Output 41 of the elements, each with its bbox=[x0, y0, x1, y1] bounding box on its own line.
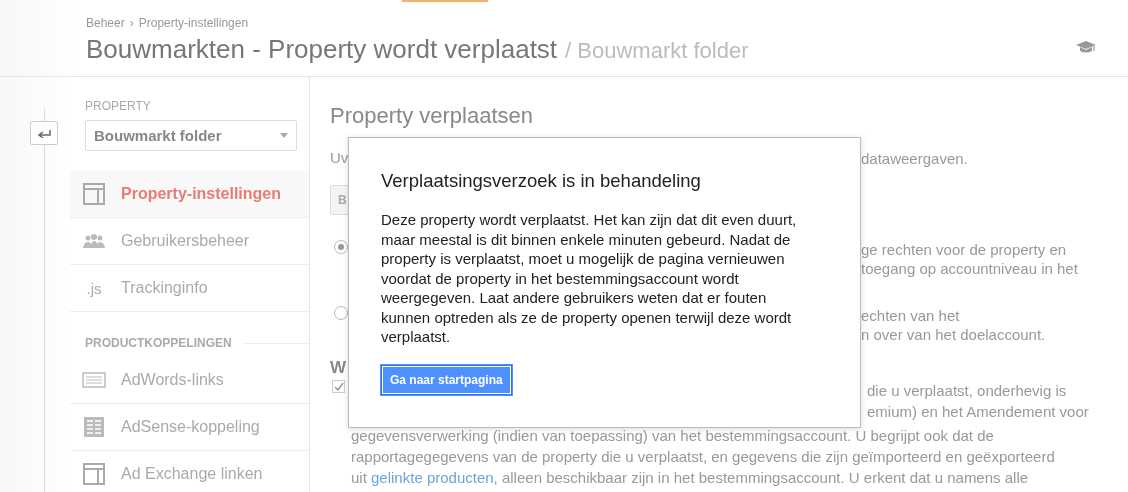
subheading: W bbox=[330, 358, 347, 377]
body-text: n over van het doelaccount. bbox=[861, 325, 1047, 344]
graduation-cap-icon[interactable] bbox=[1076, 40, 1096, 54]
back-arrow-icon bbox=[37, 128, 51, 138]
body-text: echten van het bbox=[861, 306, 961, 325]
breadcrumb-link[interactable]: Property-instellingen bbox=[138, 16, 249, 30]
products-link[interactable]: gelinkte producten bbox=[371, 469, 494, 486]
body-text: dataweergaven. bbox=[861, 149, 969, 168]
section-label: PRODUCTKOPPELINGEN bbox=[85, 336, 232, 350]
sidebar-item[interactable]: Property-instellingen bbox=[70, 171, 309, 218]
agreement-text: gegevensverwerking (indien van toepassing) van het bestemmingsaccount. U begrijpt ook dat de rapportagegegevens van de property die u verplaatst, en gegevens die zijn geïmporteerd en geëxporteerd uit gelinkte producten, alleen beschikbaar zijn in het bestemmingsaccount. U erkent dat u namens alle bbox=[350, 426, 1056, 488]
document-icon bbox=[84, 417, 104, 437]
page-title: Bouwmarkten - Property wordt verplaatst bbox=[86, 34, 558, 65]
sidebar-item[interactable]: AdWords-links bbox=[70, 357, 309, 404]
body-text: ge rechten voor de property en bbox=[861, 240, 1068, 259]
people-icon bbox=[83, 233, 105, 249]
checkmark-icon bbox=[333, 382, 344, 391]
property-select[interactable]: Bouwmarkt folder bbox=[85, 120, 297, 151]
body-text: emium) en het Amendement voor bbox=[867, 402, 1090, 422]
body-text: die u verplaatst, onderhevig is bbox=[867, 381, 1068, 401]
layout-icon bbox=[83, 183, 105, 205]
page-subtitle: / Bouwmarkt folder bbox=[565, 38, 749, 64]
section-title: Property verplaatsen bbox=[330, 103, 534, 129]
checkbox[interactable] bbox=[332, 380, 345, 393]
text-lines-icon bbox=[82, 372, 106, 388]
home-button[interactable]: Ga naar startpagina bbox=[381, 364, 512, 395]
back-button[interactable] bbox=[30, 121, 58, 145]
breadcrumb-link[interactable]: Beheer bbox=[86, 16, 125, 30]
sidebar-item[interactable]: Gebruikersbeheer bbox=[70, 218, 309, 265]
dialog-title: Verplaatsingsverzoek is in behandeling bbox=[381, 170, 702, 192]
body-text: Uv bbox=[330, 149, 349, 166]
layout-icon bbox=[83, 463, 105, 485]
sidebar-item[interactable]: Ad Exchange linken bbox=[70, 451, 309, 492]
dropdown-caret-icon bbox=[280, 133, 288, 138]
section-label: PROPERTY bbox=[85, 99, 152, 113]
sidebar-item[interactable]: .js Trackinginfo bbox=[70, 265, 309, 312]
breadcrumb-separator: › bbox=[129, 16, 134, 30]
sidebar-item[interactable]: AdSense-koppeling bbox=[70, 404, 309, 451]
body-text: toegang op accountniveau in het bbox=[861, 259, 1079, 278]
dialog-message: Deze property wordt verplaatst. Het kan zijn dat dit even duurt, maar meestal is dit binnen enkele minuten gebeurd. Nadat de property is verplaatst, moet u mogelijk de pagina vernieuwen voordat de property in het bestemmingsaccount wordt weergegeven. Laat andere gebruikers weten dat er fouten kunnen optreden als ze de property openen terwijl deze wordt verplaatst. bbox=[381, 210, 798, 347]
js-icon: .js bbox=[86, 279, 102, 297]
